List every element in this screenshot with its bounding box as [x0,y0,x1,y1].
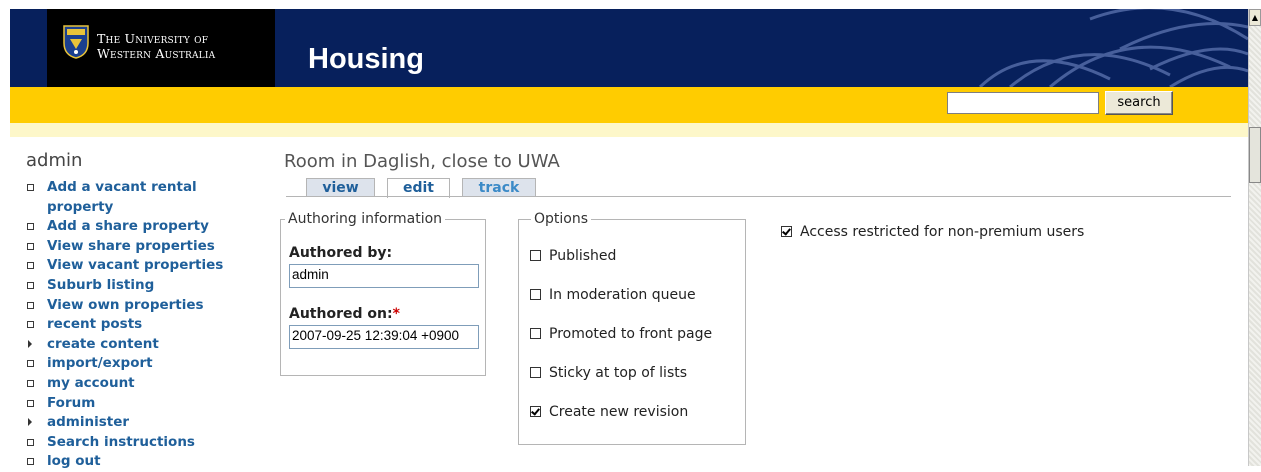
option-sticky-at-top-of-lists-checkbox[interactable] [530,367,541,378]
sidebar-item-label: View own properties [47,296,204,313]
decorative-waves [978,9,1248,87]
scroll-up-icon[interactable]: ▲ [1249,9,1261,26]
search-bar: search [10,87,1248,123]
access-restricted-option[interactable]: Access restricted for non-premium users [781,224,1084,240]
option-promoted-to-front-page[interactable]: Promoted to front page [530,326,712,342]
sidebar-item-search-instructions[interactable]: Search instructions [27,433,267,453]
option-create-new-revision-checkbox[interactable] [530,406,541,417]
vertical-scrollbar[interactable]: ▲ [1248,9,1261,466]
option-label: Sticky at top of lists [549,365,688,381]
search-input[interactable] [947,92,1099,114]
collapsed-arrow-icon [28,339,32,348]
sidebar-item-view-share-properties[interactable]: View share properties [27,237,267,257]
sidebar-menu: Add a vacant rental property Add a share … [27,178,267,472]
options-fieldset: Options Published In moderation queue Prom… [518,211,746,445]
sidebar-item-label: Add a share property [47,218,209,235]
sidebar-item-import-export[interactable]: import/export [27,354,267,374]
tabs-underline [286,196,1231,197]
sidebar-item-recent-posts[interactable]: recent posts [27,315,267,335]
authored-by-input[interactable]: admin [289,264,479,288]
sidebar-item-label: Forum [47,394,96,411]
sidebar-item-my-account[interactable]: my account [27,374,267,394]
page-title: Room in Daglish, close to UWA [284,151,560,172]
option-label: In moderation queue [549,287,696,303]
option-promoted-to-front-page-checkbox[interactable] [530,328,541,339]
tab-view[interactable]: view [306,178,375,197]
sidebar-item-suburb-listing[interactable]: Suburb listing [27,276,267,296]
university-name-line1: The University of [97,31,209,46]
square-bullet-icon [27,223,34,231]
sidebar-item-label: create content [47,335,159,352]
square-bullet-icon [27,262,34,270]
sidebar-item-label: my account [47,374,135,391]
authored-on-label-text: Authored on: [289,306,393,322]
university-name: The University of Western Australia [97,31,215,61]
sidebar-item-add-a-share-property[interactable]: Add a share property [27,217,267,237]
sidebar-item-label: import/export [47,355,153,372]
square-bullet-icon [27,458,34,466]
option-create-new-revision[interactable]: Create new revision [530,404,688,420]
square-bullet-icon [27,301,34,309]
university-logo[interactable]: The University of Western Australia [47,9,275,87]
collapsed-arrow-icon [28,418,32,427]
authored-by-label: Authored by: [289,245,393,261]
site-title[interactable]: Housing [308,43,424,76]
square-bullet-icon [27,281,34,289]
authoring-information-fieldset: Authoring information Authored by: admin… [280,211,486,376]
authored-on-input[interactable]: 2007-09-25 12:39:04 +0900 [289,325,479,349]
sidebar-item-add-a-vacant-rental-property[interactable]: Add a vacant rental property [27,178,267,217]
crest-icon [63,25,89,59]
option-published-checkbox[interactable] [530,250,541,261]
sidebar-item-label: View vacant properties [47,257,224,274]
authoring-legend[interactable]: Authoring information [285,211,446,227]
sidebar-item-log-out[interactable]: log out [27,452,267,472]
sidebar-title: admin [26,150,83,171]
access-restricted-label: Access restricted for non-premium users [800,224,1085,240]
header-divider [10,123,1248,137]
square-bullet-icon [27,360,34,368]
option-label: Promoted to front page [549,326,713,342]
square-bullet-icon [27,184,34,191]
sidebar-item-forum[interactable]: Forum [27,394,267,414]
search-button[interactable]: search [1105,91,1173,115]
sidebar-item-administer[interactable]: administer [27,413,267,433]
option-label: Published [549,248,617,264]
tab-track[interactable]: track [462,178,536,197]
option-in-moderation-queue-checkbox[interactable] [530,289,541,300]
option-label: Create new revision [549,404,689,420]
sidebar-item-label: administer [47,414,130,431]
option-published[interactable]: Published [530,248,616,264]
sidebar-item-label: log out [47,453,101,470]
tab-edit[interactable]: edit [387,178,450,198]
sidebar-item-label: Add a vacant rental property [47,179,197,215]
square-bullet-icon [27,399,34,407]
scrollbar-thumb[interactable] [1249,127,1261,183]
option-in-moderation-queue[interactable]: In moderation queue [530,287,696,303]
access-restricted-checkbox[interactable] [781,226,792,237]
square-bullet-icon [27,242,34,250]
square-bullet-icon [27,321,34,329]
sidebar-item-label: Search instructions [47,433,195,450]
sidebar-item-label: recent posts [47,316,143,333]
square-bullet-icon [27,438,34,446]
option-sticky-at-top-of-lists[interactable]: Sticky at top of lists [530,365,687,381]
authored-on-label: Authored on:* [289,306,400,322]
sidebar-item-label: View share properties [47,237,215,254]
window-top-edge [0,0,1261,9]
site-banner: The University of Western Australia Hous… [10,9,1248,87]
required-marker: * [392,306,400,322]
options-legend[interactable]: Options [531,211,592,227]
sidebar-item-view-vacant-properties[interactable]: View vacant properties [27,256,267,276]
sidebar-item-create-content[interactable]: create content [27,335,267,355]
sidebar-item-view-own-properties[interactable]: View own properties [27,296,267,316]
university-name-line2: Western Australia [97,46,216,61]
square-bullet-icon [27,379,34,387]
sidebar-item-label: Suburb listing [47,276,155,293]
